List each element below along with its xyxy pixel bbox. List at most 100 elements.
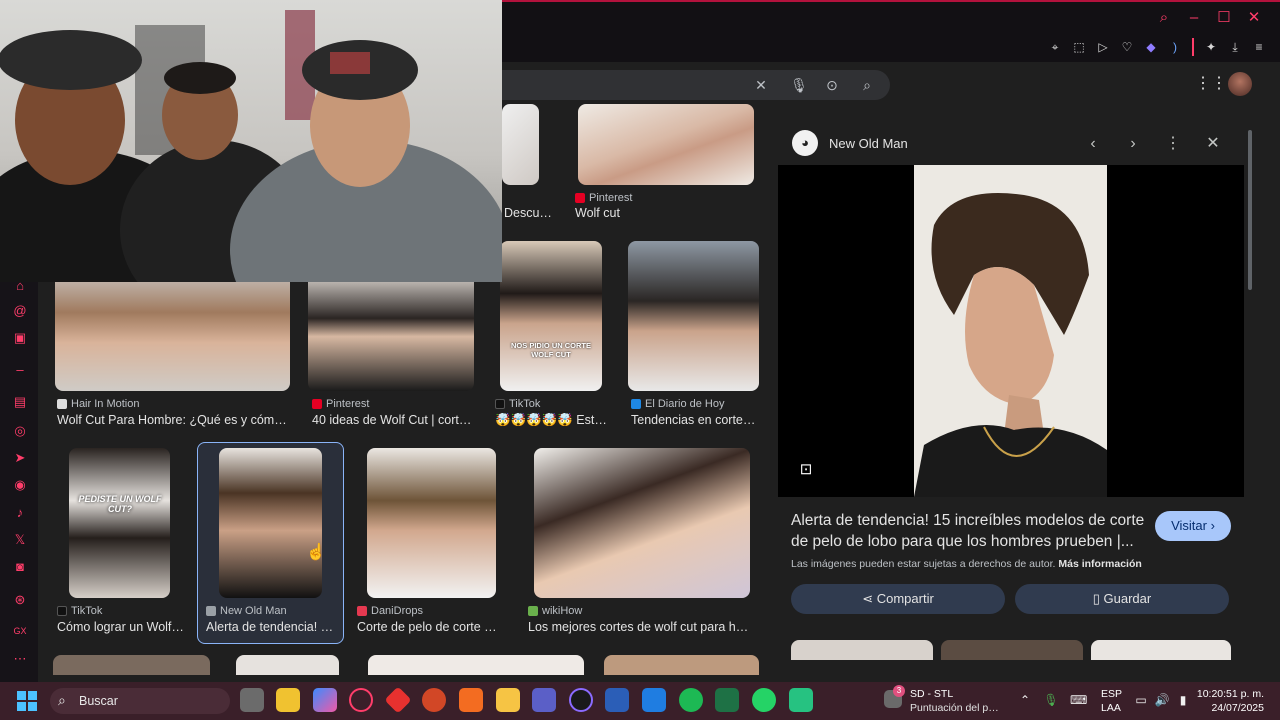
media-app-icon[interactable] bbox=[459, 688, 483, 712]
input-language[interactable]: ESP bbox=[1101, 688, 1122, 700]
gx-icon[interactable]: GX bbox=[12, 623, 28, 639]
heart-icon[interactable]: ♡ bbox=[1120, 40, 1134, 54]
search-tabs-icon[interactable]: ⌕ bbox=[1156, 10, 1172, 26]
aria-icon[interactable]: ◆ bbox=[1144, 40, 1158, 54]
powerpoint-icon[interactable] bbox=[422, 688, 446, 712]
game-app-icon[interactable] bbox=[789, 688, 813, 712]
panel-source-name[interactable]: New Old Man bbox=[829, 136, 908, 151]
search-input[interactable]: ✕ 🎙 ⊙ ⌕ bbox=[500, 70, 890, 100]
defender-icon[interactable] bbox=[642, 688, 666, 712]
twitch-icon[interactable]: ▤ bbox=[12, 394, 28, 410]
x-icon[interactable]: 𝕏 bbox=[12, 532, 28, 548]
result-image-2[interactable] bbox=[55, 270, 290, 391]
keyboard-icon[interactable]: ⌨ bbox=[1070, 692, 1087, 708]
telegram-icon[interactable]: ➤ bbox=[12, 450, 28, 466]
preview-image[interactable] bbox=[914, 165, 1107, 497]
word-icon[interactable] bbox=[605, 688, 629, 712]
result-image-12[interactable] bbox=[368, 655, 584, 675]
share-button[interactable]: ⋖ Compartir bbox=[791, 584, 1005, 614]
result-image-1[interactable] bbox=[578, 104, 754, 185]
search-icon[interactable]: ⌕ bbox=[858, 76, 876, 94]
download-icon[interactable]: ⤓ bbox=[1228, 40, 1242, 54]
panel-title[interactable]: Alerta de tendencia! 15 increíbles model… bbox=[791, 510, 1146, 552]
opera-gx-app-icon[interactable] bbox=[349, 688, 373, 712]
taskbar-search-input[interactable] bbox=[50, 688, 230, 714]
excel-icon[interactable] bbox=[715, 688, 739, 712]
instagram-icon[interactable]: ◉ bbox=[12, 477, 28, 493]
monitor-icon[interactable]: ▭ bbox=[1133, 692, 1149, 708]
visit-button[interactable]: Visitar › bbox=[1155, 511, 1231, 541]
pin-icon[interactable]: ⌖ bbox=[1048, 40, 1062, 54]
result-image-6[interactable]: PEDISTE UN WOLF CUT? bbox=[69, 448, 170, 598]
clock-date[interactable]: 24/07/2025 bbox=[1196, 702, 1264, 714]
snapshot-icon[interactable]: ⬚ bbox=[1072, 40, 1086, 54]
result-caption-0[interactable]: Descu… bbox=[504, 206, 554, 220]
result-image-7[interactable] bbox=[219, 448, 322, 598]
result-image-13[interactable] bbox=[604, 655, 759, 675]
whatsapp-icon[interactable]: ◎ bbox=[12, 423, 28, 439]
panel-scrollbar[interactable] bbox=[1248, 130, 1252, 290]
result-caption-3[interactable]: 40 ideas de Wolf Cut | cort… bbox=[312, 413, 477, 427]
whatsapp-app-icon[interactable] bbox=[752, 688, 776, 712]
result-caption-6[interactable]: Cómo lograr un Wolf … bbox=[57, 620, 187, 634]
minimize-icon[interactable]: – bbox=[1186, 10, 1202, 26]
clear-icon[interactable]: ✕ bbox=[752, 76, 770, 94]
task-view-icon[interactable] bbox=[240, 688, 264, 712]
next-icon[interactable]: › bbox=[1123, 134, 1143, 154]
wifi-icon[interactable]: ) bbox=[1168, 40, 1182, 54]
discord-icon[interactable]: ◙ bbox=[12, 559, 28, 575]
microphone-icon[interactable]: 🎙 bbox=[1043, 692, 1059, 708]
apps-grid-icon[interactable]: ⋮⋮⋮ bbox=[1195, 76, 1243, 92]
result-caption-1[interactable]: Wolf cut bbox=[575, 206, 755, 220]
threads-icon[interactable]: @ bbox=[12, 303, 28, 319]
save-button[interactable]: ▯ Guardar bbox=[1015, 584, 1229, 614]
more-icon[interactable]: ⋯ bbox=[12, 651, 28, 667]
result-caption-9[interactable]: Los mejores cortes de wolf cut para ho… bbox=[528, 620, 753, 634]
lens-icon[interactable]: ⊙ bbox=[823, 76, 841, 94]
spotify-icon[interactable] bbox=[679, 688, 703, 712]
result-image-10[interactable] bbox=[53, 655, 210, 675]
result-caption-8[interactable]: Corte de pelo de corte d… bbox=[357, 620, 502, 634]
close-icon[interactable]: ✕ bbox=[1246, 10, 1262, 26]
result-image-3[interactable] bbox=[308, 270, 474, 391]
result-image-0[interactable] bbox=[502, 104, 539, 185]
result-image-9[interactable] bbox=[534, 448, 750, 598]
mic-icon[interactable]: 🎙 bbox=[790, 76, 808, 94]
show-hidden-icons-icon[interactable]: ⌃ bbox=[1017, 692, 1033, 708]
teams-icon[interactable] bbox=[532, 688, 556, 712]
volume-icon[interactable]: 🔊 bbox=[1154, 692, 1170, 708]
more-info-link[interactable]: Más información bbox=[1058, 558, 1141, 570]
related-image-1[interactable] bbox=[791, 640, 933, 660]
tv-icon[interactable]: ▣ bbox=[12, 330, 28, 346]
opera-gx-icon[interactable]: ⊛ bbox=[12, 592, 28, 608]
copilot-icon[interactable] bbox=[313, 688, 337, 712]
windows-start-icon[interactable] bbox=[16, 690, 38, 712]
widget-title[interactable]: SD - STL bbox=[910, 688, 953, 700]
input-region[interactable]: LAA bbox=[1101, 702, 1121, 714]
result-caption-5[interactable]: Tendencias en corte… bbox=[631, 413, 761, 427]
file-explorer-icon[interactable] bbox=[496, 688, 520, 712]
previous-icon[interactable]: ‹ bbox=[1083, 134, 1103, 154]
more-options-icon[interactable]: ⋮ bbox=[1163, 134, 1183, 154]
related-image-3[interactable] bbox=[1091, 640, 1231, 660]
result-image-8[interactable] bbox=[367, 448, 496, 598]
result-caption-4[interactable]: 🤯🤯🤯🤯🤯 Est… bbox=[495, 413, 610, 428]
play-icon[interactable]: ▷ bbox=[1096, 40, 1110, 54]
obs-icon[interactable] bbox=[569, 688, 593, 712]
close-panel-icon[interactable]: ✕ bbox=[1203, 134, 1223, 154]
battery-icon[interactable]: ▮ bbox=[1175, 692, 1191, 708]
extensions-icon[interactable]: ✦ bbox=[1204, 40, 1218, 54]
menu-icon[interactable]: ≡ bbox=[1252, 40, 1266, 54]
result-image-11[interactable] bbox=[236, 655, 339, 675]
result-caption-7[interactable]: Alerta de tendencia! … bbox=[206, 620, 336, 634]
result-image-4[interactable]: NOS PIDIO UN CORTE WOLF CUT bbox=[500, 241, 602, 391]
widget-subtitle[interactable]: Puntuación del p… bbox=[910, 702, 999, 714]
account-avatar[interactable] bbox=[1228, 72, 1252, 96]
clock-time[interactable]: 10:20:51 p. m. bbox=[1196, 688, 1264, 700]
store-icon[interactable] bbox=[276, 688, 300, 712]
related-image-2[interactable] bbox=[941, 640, 1083, 660]
result-image-5[interactable] bbox=[628, 241, 759, 391]
result-caption-2[interactable]: Wolf Cut Para Hombre: ¿Qué es y cómo … bbox=[57, 413, 292, 427]
maximize-icon[interactable]: ☐ bbox=[1216, 10, 1232, 26]
visual-search-icon[interactable]: ⊡ bbox=[796, 460, 816, 480]
